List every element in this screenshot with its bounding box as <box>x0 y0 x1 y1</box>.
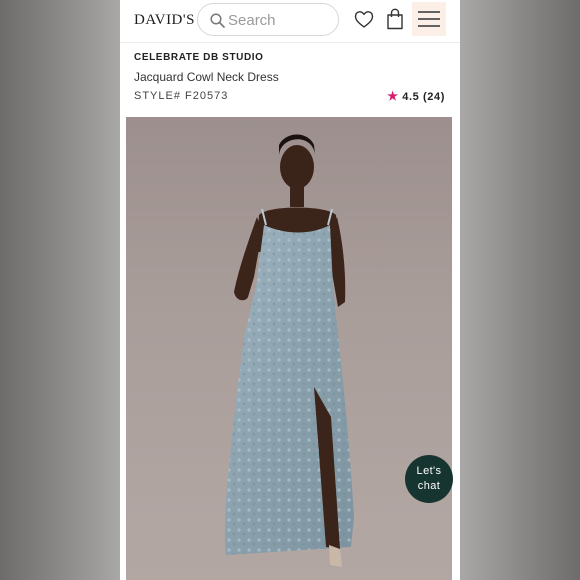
product-image[interactable] <box>126 117 452 580</box>
product-title: Jacquard Cowl Neck Dress <box>134 70 279 84</box>
site-header: DAVID'S <box>120 0 460 42</box>
review-count: (24) <box>423 91 445 103</box>
dress-model-illustration <box>126 134 452 580</box>
rating-summary[interactable]: ★ 4.5 (24) <box>387 89 445 103</box>
product-brand[interactable]: CELEBRATE DB STUDIO <box>134 52 264 63</box>
header-divider <box>120 42 460 43</box>
star-icon: ★ <box>387 89 399 103</box>
search-input[interactable] <box>228 10 328 30</box>
menu-button[interactable] <box>412 2 446 36</box>
search-box[interactable] <box>197 3 339 36</box>
style-number: STYLE# F20573 <box>134 90 229 102</box>
menu-icon <box>412 11 446 40</box>
heart-icon[interactable] <box>354 10 374 34</box>
product-page: DAVID'S Search CELEBRATE DB STUDIO Jacqu… <box>120 0 460 580</box>
search-icon <box>210 13 225 33</box>
site-logo[interactable]: DAVID'S <box>134 12 195 29</box>
bag-icon[interactable] <box>386 8 404 35</box>
lets-chat-button[interactable]: Let's chat <box>405 455 453 503</box>
chat-label-line2: chat <box>417 480 441 492</box>
chat-label-line1: Let's <box>416 465 442 477</box>
rating-value: 4.5 <box>402 91 420 103</box>
